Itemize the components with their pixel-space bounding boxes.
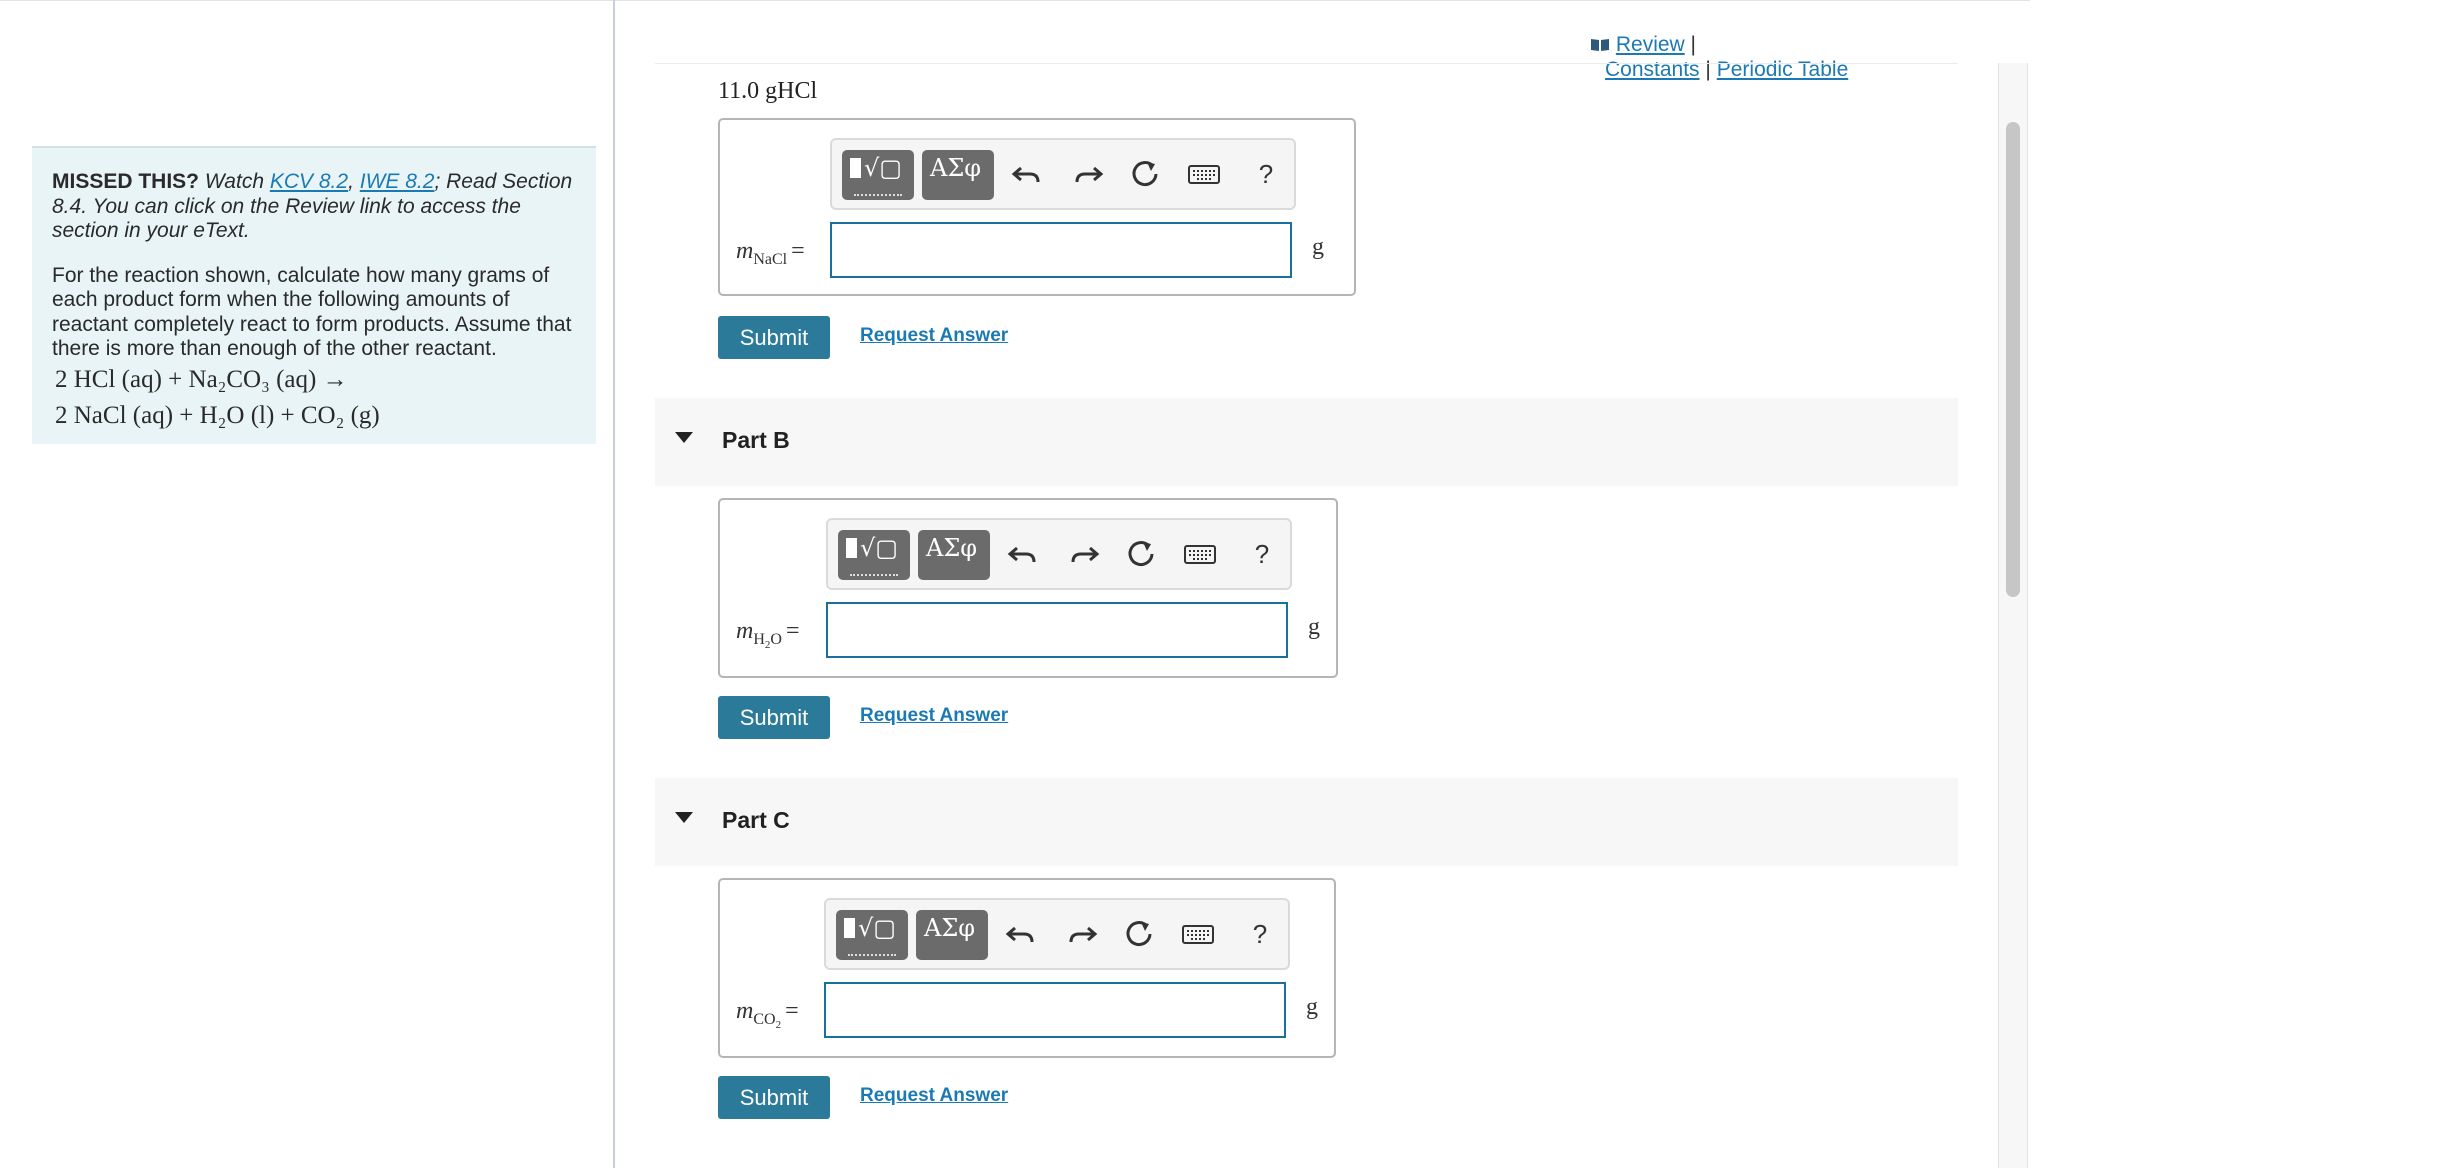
- unit-label: g: [1312, 234, 1324, 260]
- review-link[interactable]: Review: [1616, 33, 1685, 56]
- help-icon[interactable]: ?: [1240, 914, 1280, 954]
- header-divider: [655, 63, 1958, 64]
- book-icon: [1590, 33, 1610, 51]
- help-icon[interactable]: ?: [1242, 534, 1282, 574]
- request-answer-link[interactable]: Request Answer: [860, 705, 1008, 727]
- answer-variable-label: mH2O =: [736, 618, 800, 651]
- comma-separator: ,: [348, 170, 354, 193]
- templates-button[interactable]: √▢: [836, 910, 908, 960]
- answer-variable-label: mCO2=: [736, 998, 799, 1031]
- math-toolbar: √▢ ΑΣφ ?: [830, 138, 1296, 210]
- unit-label: g: [1306, 994, 1318, 1020]
- undo-icon[interactable]: [1002, 914, 1042, 954]
- part-c-header[interactable]: Part C: [655, 778, 1958, 866]
- part-b-title: Part B: [722, 427, 790, 453]
- answer-variable-label: mNaCl =: [736, 238, 805, 268]
- redo-icon[interactable]: [1067, 154, 1107, 194]
- top-divider: [0, 0, 2030, 1]
- reaction-equation-line-1: 2 HCl (aq) + Na₂CO₃ (aq) →: [55, 365, 348, 393]
- templates-button[interactable]: √▢: [842, 150, 914, 200]
- given-quantity: 11.0 gHCl: [718, 78, 818, 104]
- submit-button[interactable]: Submit: [718, 316, 830, 359]
- symbols-button[interactable]: ΑΣφ: [922, 150, 994, 200]
- reaction-equation-line-2: 2 NaCl (aq) + H₂O (l) + CO₂ (g): [55, 401, 380, 429]
- constants-link[interactable]: Constants: [1605, 58, 1700, 81]
- missed-this-panel: MISSED THIS? Watch KCV 8.2, IWE 8.2; Rea…: [32, 146, 596, 444]
- answer-box-part-b: √▢ ΑΣφ ? mH2O = g: [718, 498, 1338, 678]
- math-toolbar: √▢ ΑΣφ ?: [824, 898, 1290, 970]
- reset-icon[interactable]: [1119, 914, 1159, 954]
- templates-button[interactable]: √▢: [838, 530, 910, 580]
- resource-links: Review | Constants | Periodic Table: [1590, 32, 1848, 82]
- column-divider: [613, 0, 615, 1168]
- unit-label: g: [1308, 614, 1320, 640]
- review-row: Review |: [1590, 32, 1848, 57]
- answer-input-h2o[interactable]: [826, 602, 1288, 658]
- missed-this-title: MISSED THIS?: [52, 170, 200, 193]
- reset-icon[interactable]: [1121, 534, 1161, 574]
- symbols-button[interactable]: ΑΣφ: [916, 910, 988, 960]
- iwe-link[interactable]: IWE 8.2: [360, 170, 435, 193]
- keyboard-icon[interactable]: [1184, 154, 1224, 194]
- part-c-title: Part C: [722, 807, 790, 833]
- kcv-link[interactable]: KCV 8.2: [270, 170, 348, 193]
- keyboard-icon[interactable]: [1178, 914, 1218, 954]
- part-b-header[interactable]: Part B: [655, 398, 1958, 486]
- watch-text: Watch: [204, 170, 264, 193]
- answer-box-part-a: √▢ ΑΣφ ? mNaCl = g: [718, 118, 1356, 296]
- redo-icon[interactable]: [1063, 534, 1103, 574]
- redo-icon[interactable]: [1061, 914, 1101, 954]
- symbols-button[interactable]: ΑΣφ: [918, 530, 990, 580]
- request-answer-link[interactable]: Request Answer: [860, 1085, 1008, 1107]
- collapse-caret-icon[interactable]: [675, 812, 693, 823]
- missed-this-intro: MISSED THIS? Watch KCV 8.2, IWE 8.2; Rea…: [52, 170, 576, 244]
- undo-icon[interactable]: [1004, 534, 1044, 574]
- scrollbar-thumb[interactable]: [2006, 122, 2020, 597]
- submit-button[interactable]: Submit: [718, 1076, 830, 1119]
- collapse-caret-icon[interactable]: [675, 432, 693, 443]
- keyboard-icon[interactable]: [1180, 534, 1220, 574]
- links-row-2: Constants | Periodic Table: [1590, 57, 1848, 82]
- answer-input-nacl[interactable]: [830, 222, 1292, 278]
- request-answer-link[interactable]: Request Answer: [860, 325, 1008, 347]
- problem-instructions: For the reaction shown, calculate how ma…: [52, 263, 572, 361]
- reset-icon[interactable]: [1125, 154, 1165, 194]
- link-separator: |: [1705, 58, 1711, 81]
- link-separator: |: [1690, 33, 1697, 56]
- help-icon[interactable]: ?: [1246, 154, 1286, 194]
- answer-box-part-c: √▢ ΑΣφ ? mCO2= g: [718, 878, 1336, 1058]
- answer-input-co2[interactable]: [824, 982, 1286, 1038]
- submit-button[interactable]: Submit: [718, 696, 830, 739]
- undo-icon[interactable]: [1008, 154, 1048, 194]
- math-toolbar: √▢ ΑΣφ ?: [826, 518, 1292, 590]
- periodic-table-link[interactable]: Periodic Table: [1717, 58, 1849, 81]
